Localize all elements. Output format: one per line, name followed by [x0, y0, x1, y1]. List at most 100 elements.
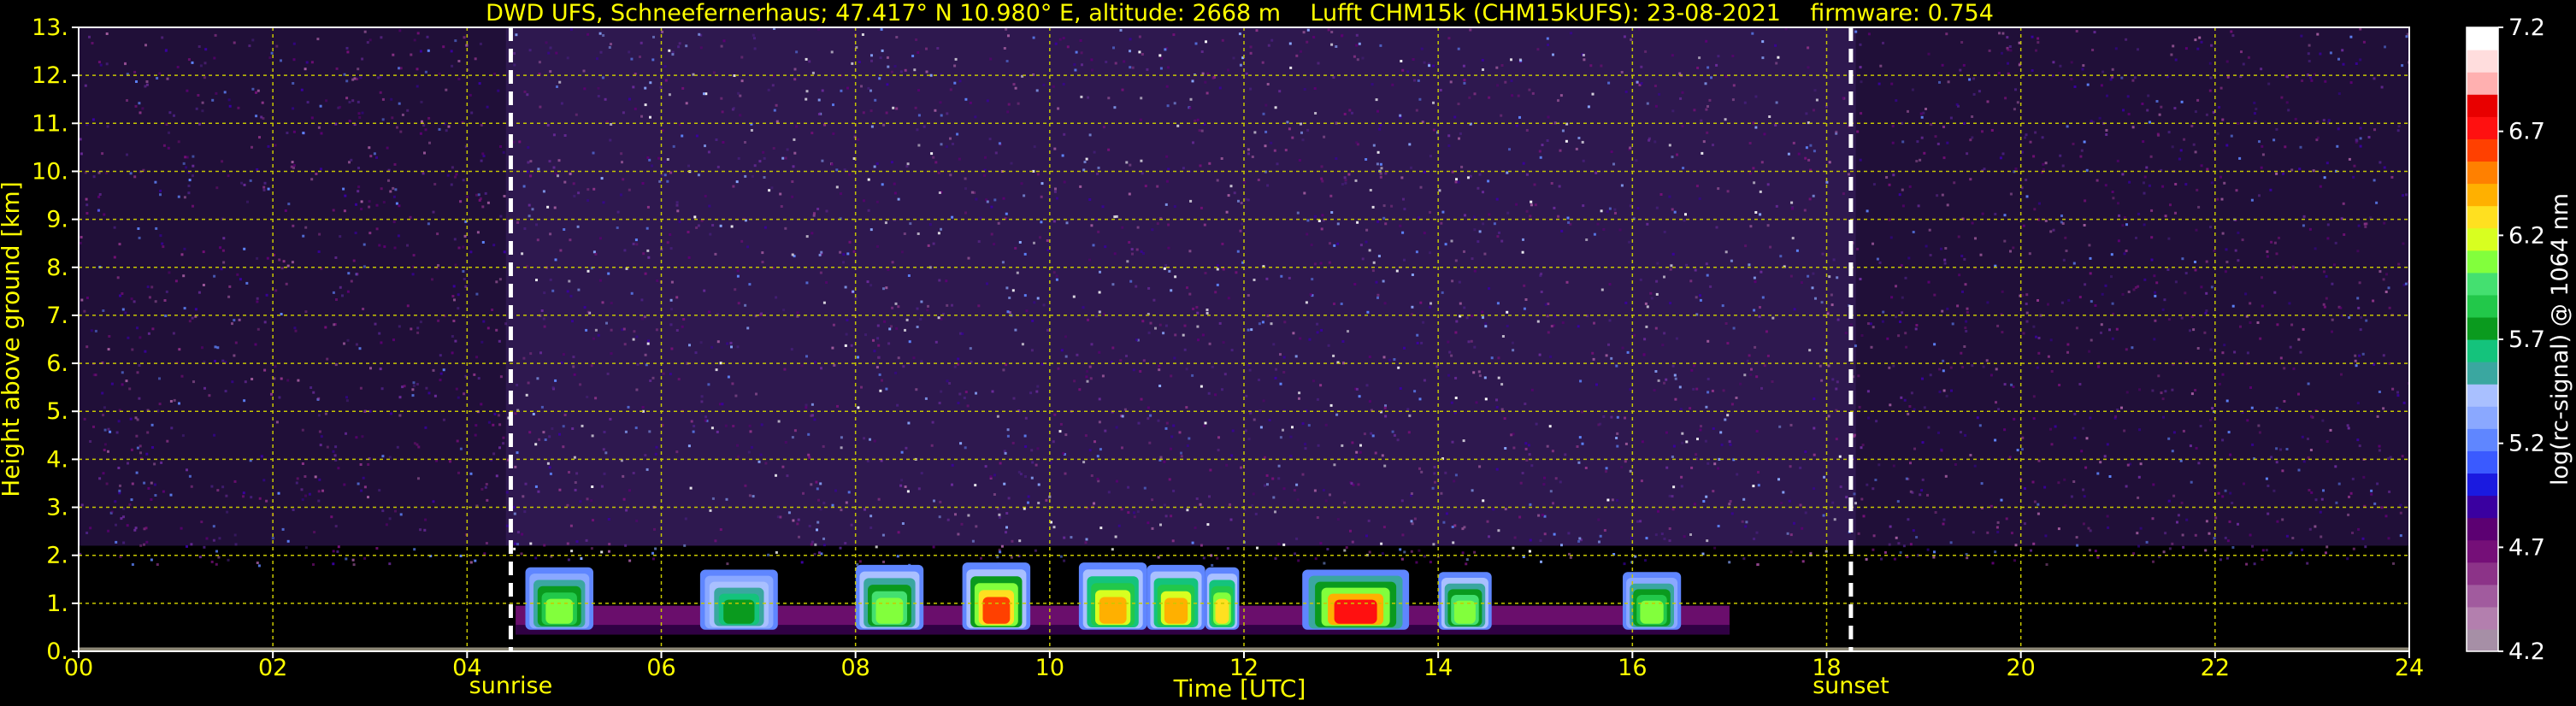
noise-dot	[1899, 321, 1901, 323]
noise-dot	[1429, 251, 1432, 255]
noise-dot	[1199, 503, 1202, 506]
noise-dot	[1429, 306, 1431, 309]
noise-dot	[873, 165, 876, 168]
colorbar-swatch	[2467, 205, 2498, 229]
noise-dot	[575, 113, 578, 116]
noise-dot	[2208, 532, 2211, 535]
noise-dot	[2223, 181, 2226, 185]
noise-dot	[1761, 296, 1765, 299]
noise-dot	[2300, 34, 2303, 38]
noise-dot	[1608, 207, 1612, 210]
noise-dot	[2289, 345, 2292, 349]
noise-dot	[2302, 460, 2306, 463]
noise-dot	[1645, 325, 1648, 328]
noise-dot	[1595, 383, 1598, 386]
noise-dot	[2076, 544, 2079, 547]
noise-dot	[342, 187, 345, 191]
noise-dot	[477, 193, 480, 197]
noise-dot	[1239, 63, 1242, 67]
noise-dot	[1222, 341, 1225, 344]
noise-dot	[1944, 474, 1948, 478]
noise-dot	[251, 378, 254, 380]
noise-dot	[1126, 260, 1129, 263]
noise-dot	[480, 403, 483, 406]
noise-dot	[964, 187, 967, 191]
noise-dot	[2354, 354, 2357, 357]
noise-dot	[195, 107, 198, 110]
noise-dot	[2010, 532, 2013, 535]
noise-dot	[815, 480, 818, 484]
noise-dot	[2251, 544, 2254, 548]
noise-dot	[1657, 509, 1659, 513]
noise-dot	[1241, 222, 1244, 226]
noise-dot	[126, 99, 128, 102]
noise-dot	[663, 160, 667, 163]
noise-dot	[2357, 224, 2361, 227]
noise-dot	[375, 227, 379, 231]
noise-dot	[1940, 448, 1943, 451]
noise-dot	[875, 366, 879, 369]
noise-dot	[1521, 250, 1524, 254]
noise-dot	[791, 180, 794, 183]
noise-dot	[1186, 286, 1188, 290]
noise-dot	[1200, 385, 1203, 388]
noise-dot	[1633, 508, 1636, 511]
noise-dot	[2349, 81, 2353, 85]
noise-dot	[233, 319, 236, 322]
noise-dot	[503, 250, 506, 254]
noise-dot	[975, 525, 978, 528]
noise-dot	[2051, 74, 2054, 78]
noise-dot	[1546, 315, 1549, 318]
noise-dot	[1372, 261, 1376, 264]
noise-dot	[630, 57, 634, 61]
noise-dot	[1309, 293, 1312, 297]
noise-dot	[1221, 38, 1224, 42]
noise-dot	[1316, 331, 1319, 334]
noise-dot	[462, 245, 465, 249]
noise-dot	[912, 356, 916, 360]
noise-dot	[1432, 128, 1435, 132]
noise-dot	[2142, 140, 2145, 144]
noise-dot	[542, 431, 545, 434]
noise-dot	[412, 384, 416, 387]
noise-dot	[1379, 172, 1382, 175]
noise-dot	[1749, 373, 1753, 376]
noise-dot	[1932, 556, 1936, 559]
noise-dot	[103, 213, 106, 216]
noise-dot	[502, 436, 505, 439]
noise-dot	[2021, 436, 2025, 439]
noise-dot	[2255, 108, 2258, 110]
x-tick-label: 06	[646, 655, 675, 681]
noise-dot	[1774, 124, 1777, 126]
noise-dot	[1316, 397, 1319, 401]
noise-dot	[1866, 483, 1869, 486]
noise-dot	[1663, 381, 1665, 385]
noise-dot	[984, 156, 987, 159]
noise-dot	[2000, 498, 2003, 502]
noise-dot	[2184, 291, 2187, 295]
noise-dot	[816, 521, 820, 524]
noise-dot	[1929, 254, 1932, 256]
noise-dot	[1403, 208, 1406, 211]
noise-dot	[1174, 333, 1177, 337]
noise-dot	[1635, 159, 1638, 162]
noise-dot	[1991, 562, 1995, 565]
noise-dot	[866, 280, 869, 284]
noise-dot	[1488, 535, 1490, 538]
noise-dot	[1971, 115, 1974, 118]
noise-dot	[1052, 220, 1056, 223]
noise-dot	[1875, 420, 1878, 423]
noise-dot	[254, 343, 257, 346]
noise-dot	[1717, 55, 1720, 58]
noise-dot	[966, 404, 970, 408]
noise-dot	[1610, 415, 1613, 419]
colorbar-swatch	[2467, 362, 2498, 385]
noise-dot	[974, 484, 977, 487]
noise-dot	[1610, 150, 1613, 154]
noise-dot	[2049, 338, 2053, 342]
noise-dot	[1506, 325, 1509, 327]
noise-dot	[480, 123, 483, 126]
noise-dot	[2221, 438, 2225, 442]
colorbar-swatch	[2467, 116, 2498, 139]
noise-dot	[2131, 346, 2134, 350]
